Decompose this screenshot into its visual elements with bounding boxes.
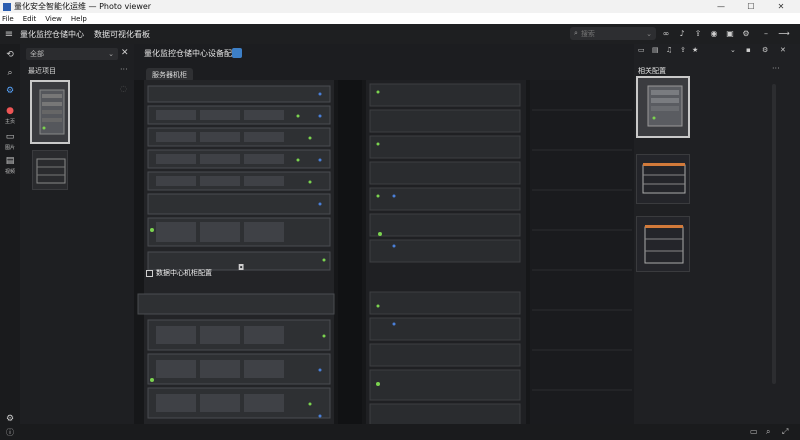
search-rail-icon[interactable]: ⌕ [3,68,17,78]
info-icon[interactable]: ⓘ [6,427,14,438]
settings-gear-icon-2[interactable]: ⚙ [762,46,768,54]
open-rack-thumbnail [637,217,689,271]
image-badge-icon [232,48,242,58]
notifications-icon[interactable]: ◉ [708,28,720,40]
close-right-panel-icon[interactable]: ✕ [780,46,786,54]
rail-label-video: 视频 [4,169,15,175]
more-options-icon[interactable]: ··· [120,65,128,74]
sort-icon[interactable]: ◌ [120,84,127,93]
fullscreen-icon[interactable]: ⤢ [782,427,788,437]
close-panel-icon[interactable]: ✕ [121,48,129,58]
tool-icon-4[interactable]: ⇪ [680,46,686,54]
thumbnail-2[interactable] [32,150,68,190]
rail-label-photos: 图片 [4,145,15,151]
menu-edit[interactable]: Edit [23,15,37,23]
filter-value: 全部 [30,50,44,58]
window-title: 量化安全智能化运维 — Photo viewer [14,2,152,11]
home-icon[interactable]: ● [3,106,17,116]
right-more-options-icon[interactable]: ··· [772,64,780,73]
left-panel-title: 最近项目 [28,67,56,75]
app-toolbar: ≡ 量化监控仓储中心 数据可视化看板 ⌕ ⌄ ∞ ♪ ⇪ ◉ ▣ ⚙ – ⟶ [0,24,800,44]
close-window-button[interactable]: ✕ [766,0,796,13]
menu-view[interactable]: View [45,15,62,23]
app-subtitle: 数据可视化看板 [94,29,150,39]
related-thumbnail-1[interactable] [636,76,690,138]
search-icon: ⌕ [574,29,578,37]
camera-icon[interactable]: ◘ [238,263,244,272]
photos-icon[interactable]: ▭ [3,132,17,142]
share-icon[interactable]: ⇪ [692,28,704,40]
window-titlebar: 量化安全智能化运维 — Photo viewer — ☐ ✕ [0,0,800,13]
thumbnail-1[interactable] [30,80,70,144]
delete-icon[interactable]: ▪ [746,46,751,54]
dropdown-icon[interactable]: ⌄ [730,46,736,54]
menu-help[interactable]: Help [71,15,87,23]
settings-icon[interactable]: ⚙ [3,414,17,424]
collapse-icon[interactable]: ⟶ [778,28,790,40]
video-icon[interactable]: ▤ [3,156,17,166]
history-icon[interactable]: ⟲ [3,50,17,60]
search-box[interactable]: ⌕ ⌄ [570,27,656,40]
caption-text: 数据中心机柜配置 [156,269,212,277]
maximize-button[interactable]: ☐ [736,0,766,13]
gallery-icon[interactable]: ▣ [724,28,736,40]
right-panel: ▭ ▤ ♫ ⇪ ★ ⌄ ▪ ⚙ ✕ 相关配置 ··· [634,44,800,440]
filter-dropdown[interactable]: 全部 ⌄ [26,48,118,60]
app-title: 量化监控仓储中心 [20,29,84,39]
explore-icon[interactable]: ⚙ [3,86,17,96]
minimize-panel-icon[interactable]: – [760,28,772,40]
right-scrollbar[interactable] [772,84,776,384]
navigation-rail: ⟲ ⌕ ⚙ ● 主页 ▭ 图片 ▤ 视频 ⚙ [0,44,20,440]
left-panel: 全部 ⌄ ✕ 最近项目 ··· ◌ [20,44,134,440]
link-icon[interactable]: ∞ [660,28,672,40]
server-rack-photo [134,80,634,440]
tool-icon-3[interactable]: ♫ [666,46,672,54]
hamburger-menu-icon[interactable]: ≡ [0,29,18,40]
settings-gear-icon[interactable]: ⚙ [740,28,752,40]
document-title: 量化监控仓储中心设备配置 [144,49,240,58]
related-thumbnail-2[interactable] [636,154,690,204]
image-caption: 数据中心机柜配置 [146,268,212,278]
fit-screen-icon[interactable]: ▭ [750,427,758,436]
tool-icon-1[interactable]: ▭ [638,46,645,54]
caption-icon [146,269,153,277]
minimize-button[interactable]: — [706,0,736,13]
right-panel-title: 相关配置 [638,67,666,75]
server-unit-thumbnail [638,78,688,136]
search-dropdown-icon[interactable]: ⌄ [646,30,652,38]
menu-bar: File Edit View Help [0,13,800,24]
server-rack-thumbnail [32,82,68,142]
app-logo-icon [3,2,11,11]
menu-file[interactable]: File [2,15,14,23]
star-icon[interactable]: ★ [692,46,698,54]
chevron-down-icon: ⌄ [108,50,114,58]
tool-icon-2[interactable]: ▤ [652,46,659,54]
microphone-icon[interactable]: ♪ [676,28,688,40]
right-toolbar: ▭ ▤ ♫ ⇪ ★ ⌄ ▪ ⚙ ✕ [634,44,800,58]
search-input[interactable] [580,29,641,38]
zoom-icon[interactable]: ⌕ [766,427,770,437]
related-thumbnail-3[interactable] [636,216,690,272]
main-viewer: 量化监控仓储中心设备配置 服务器机柜 数据中心机柜配置 ◘ [134,44,634,440]
status-bar: ⓘ ▭ ⌕ ⤢ [0,424,800,440]
rail-label-home: 主页 [4,119,15,125]
rack-frame-thumbnail [33,151,67,189]
rack-cage-thumbnail [637,155,689,203]
